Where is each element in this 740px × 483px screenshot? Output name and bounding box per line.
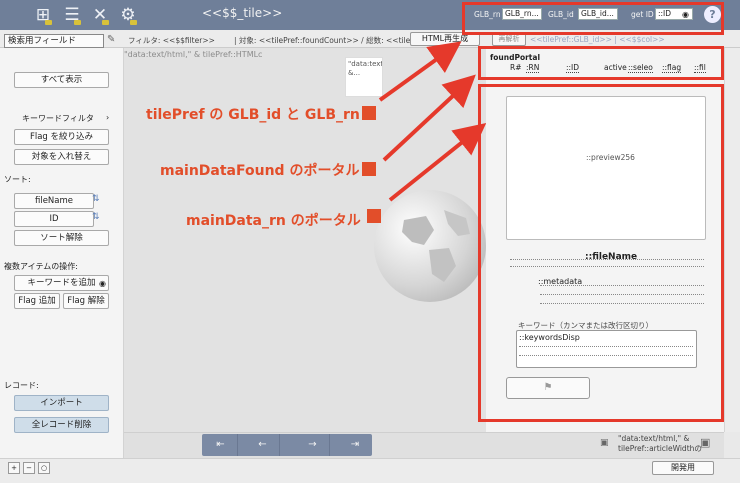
vertical-scrollbar[interactable] — [724, 48, 740, 432]
first-record-button[interactable]: ⇤ — [204, 434, 238, 456]
zoom-reset-icon[interactable]: ○ — [38, 462, 50, 474]
zoom-out-icon[interactable]: − — [23, 462, 35, 474]
highlight-frame-found — [478, 46, 724, 80]
zoom-in-icon[interactable]: + — [8, 462, 20, 474]
dev-mode-button[interactable]: 開発用 — [652, 461, 714, 475]
arrow-3 — [388, 123, 487, 202]
footer-calc-line-1: "data:text/html," & — [618, 434, 690, 443]
last-record-button[interactable]: ⇥ — [338, 434, 372, 456]
next-record-button[interactable]: → — [296, 434, 330, 456]
status-bar — [0, 458, 740, 483]
highlight-frame-global — [462, 2, 724, 35]
image-icon: ▣ — [700, 436, 711, 449]
prev-record-button[interactable]: ← — [246, 434, 280, 456]
image-icon: ▣ — [600, 438, 609, 448]
arrow-1 — [378, 41, 462, 102]
footer-calc-line-2: tilePref::articleWidthの — [618, 444, 702, 453]
footer-calc-text: "data:text/html," & tilePref::articleWid… — [618, 434, 702, 454]
highlight-frame-maindata — [478, 84, 724, 422]
